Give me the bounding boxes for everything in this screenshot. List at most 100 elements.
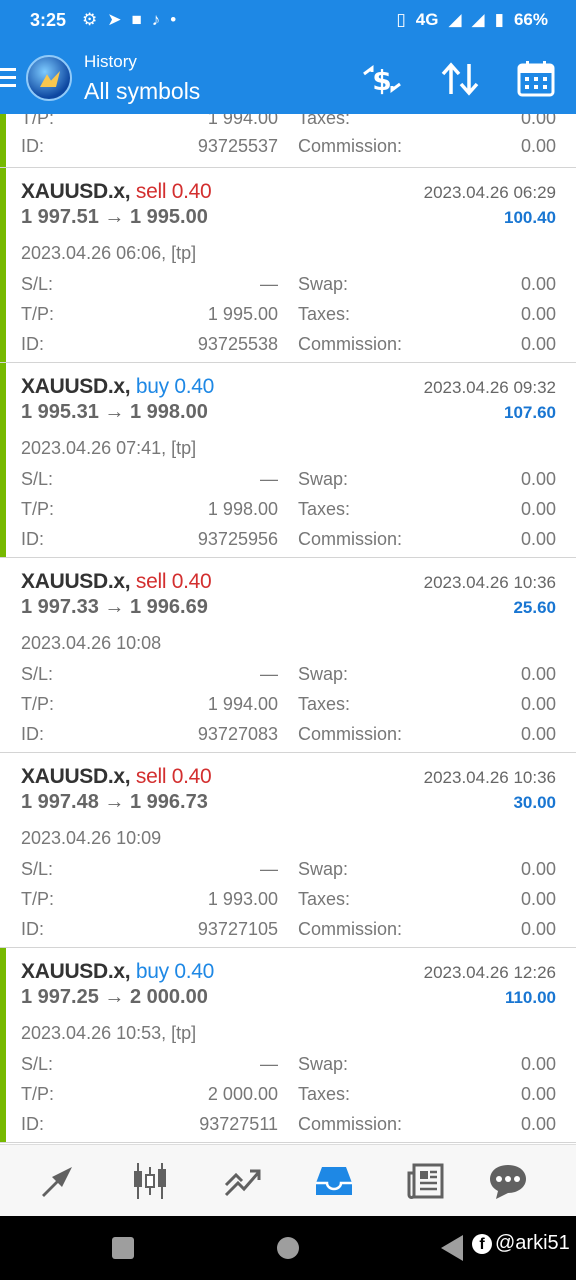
signal-icon: ◢ — [448, 10, 462, 29]
deal-prices: 1 997.33 → 1 996.69 — [21, 596, 208, 618]
deal-close-time: 2023.04.26 06:29 — [423, 183, 556, 202]
deal-tp-row: T/P: 1 994.00 Taxes: 0.00 — [21, 114, 556, 128]
deal-title: XAUUSD.x, sell 0.40 — [21, 765, 212, 789]
deal-open-time: 2023.04.26 10:09 — [21, 828, 162, 848]
header-subtitle: History — [84, 52, 137, 71]
battery-icon: ▮ — [494, 10, 504, 29]
deal-title: XAUUSD.x, sell 0.40 — [21, 180, 212, 204]
deal-volume: 0.40 — [171, 765, 212, 788]
deal-open-time: 2023.04.26 07:41, [tp] — [21, 438, 197, 458]
watermark-text: @arki51 — [495, 1232, 570, 1254]
deal-volume: 0.40 — [174, 375, 215, 398]
deal-type: buy — [135, 960, 169, 983]
deal-type: sell — [135, 180, 167, 203]
menu-icon[interactable] — [0, 68, 16, 90]
deal-symbol: XAUUSD.x, — [21, 375, 131, 398]
sort-icon[interactable] — [438, 60, 482, 98]
deal-prices: 1 997.25 → 2 000.00 — [21, 986, 208, 1008]
deal-close-time: 2023.04.26 09:32 — [423, 378, 556, 397]
deal-tp-row: T/P: 2 000.00 Taxes: 0.00 — [21, 1084, 556, 1104]
deal-item[interactable]: XAUUSD.x, buy 0.40 1 995.31 → 1 998.00 2… — [0, 363, 576, 558]
status-right: ▯ 4G ◢ ◢ ▮ 66% — [396, 10, 548, 30]
deal-title: XAUUSD.x, buy 0.40 — [21, 960, 214, 984]
notification-icons: ⚙ ➤ ■ ♪ • — [82, 10, 176, 30]
telegram-icon: ➤ — [107, 10, 122, 29]
chat-icon[interactable] — [486, 1159, 530, 1203]
deal-volume: 0.40 — [171, 570, 212, 593]
deal-open-time: 2023.04.26 10:53, [tp] — [21, 1023, 197, 1043]
deal-item[interactable]: XAUUSD.x, sell 0.40 1 997.48 → 1 996.73 … — [0, 753, 576, 948]
deal-profit: 30.00 — [513, 793, 556, 812]
deal-volume: 0.40 — [174, 960, 215, 983]
deal-id-row: ID: 93725538 Commission: 0.00 — [21, 334, 556, 354]
history-list[interactable]: T/P: 1 994.00 Taxes: 0.00 ID: 93725537 C… — [0, 114, 576, 1144]
deal-profit: 107.60 — [504, 403, 556, 422]
deal-profit: 25.60 — [513, 598, 556, 617]
deal-id-row: ID: 93727105 Commission: 0.00 — [21, 919, 556, 939]
deal-close-time: 2023.04.26 10:36 — [423, 768, 556, 787]
deals-container: XAUUSD.x, sell 0.40 1 997.51 → 1 995.00 … — [0, 168, 576, 1143]
deal-title: XAUUSD.x, sell 0.40 — [21, 570, 212, 594]
deal-profit: 100.40 — [504, 208, 556, 227]
deal-item[interactable]: XAUUSD.x, sell 0.40 1 997.33 → 1 996.69 … — [0, 558, 576, 753]
deal-prices: 1 995.31 → 1 998.00 — [21, 401, 208, 423]
deal-id-row: ID: 93725956 Commission: 0.00 — [21, 529, 556, 549]
deal-marker — [0, 168, 6, 362]
chart-candles-icon[interactable] — [128, 1159, 172, 1203]
deal-tp-row: T/P: 1 995.00 Taxes: 0.00 — [21, 304, 556, 324]
status-time: 3:25 — [30, 10, 67, 30]
deal-type: buy — [135, 375, 169, 398]
status-bar: 3:25 ⚙ ➤ ■ ♪ • ▯ 4G ◢ ◢ ▮ 66% — [0, 0, 576, 44]
deal-close-time: 2023.04.26 12:26 — [423, 963, 556, 982]
signal-icon-2: ◢ — [471, 10, 485, 29]
deal-open-time: 2023.04.26 10:08 — [21, 633, 162, 653]
bottom-navigation — [0, 1144, 576, 1216]
deal-item[interactable]: XAUUSD.x, sell 0.40 1 997.51 → 1 995.00 … — [0, 168, 576, 363]
deal-tp-row: T/P: 1 993.00 Taxes: 0.00 — [21, 889, 556, 909]
header-title[interactable]: All symbols — [84, 78, 200, 105]
settings-icon: ⚙ — [82, 10, 98, 29]
deal-symbol: XAUUSD.x, — [21, 180, 131, 203]
deal-profit: 110.00 — [504, 988, 556, 1007]
deal-close-time: 2023.04.26 10:36 — [423, 573, 556, 592]
deal-type: sell — [135, 570, 167, 593]
app-logo — [26, 55, 72, 101]
history-inbox-icon[interactable] — [312, 1159, 356, 1203]
tiktok-icon: ♪ — [151, 10, 161, 29]
deal-open-time: 2023.04.26 06:06, [tp] — [21, 243, 197, 263]
deal-prices: 1 997.51 → 1 995.00 — [21, 206, 208, 228]
recents-button[interactable] — [112, 1237, 134, 1259]
deal-marker — [0, 753, 6, 947]
watermark: f @arki51 — [472, 1232, 570, 1255]
deal-sl-row: S/L: — Swap: 0.00 — [21, 664, 556, 684]
deal-id-row: ID: 93727511 Commission: 0.00 — [21, 1114, 556, 1134]
deal-id-row: ID: 93725537 Commission: 0.00 — [21, 136, 556, 156]
dot-icon: • — [170, 10, 177, 29]
system-navigation-bar: f @arki51 — [0, 1216, 576, 1280]
deal-marker — [0, 948, 6, 1142]
back-button[interactable] — [441, 1235, 463, 1261]
deal-sl-row: S/L: — Swap: 0.00 — [21, 859, 556, 879]
deal-marker — [0, 114, 6, 167]
calendar-icon[interactable] — [516, 60, 556, 98]
deal-item-partial[interactable]: T/P: 1 994.00 Taxes: 0.00 ID: 93725537 C… — [0, 114, 576, 168]
deal-sl-row: S/L: — Swap: 0.00 — [21, 469, 556, 489]
deal-prices: 1 997.48 → 1 996.73 — [21, 791, 208, 813]
deal-marker — [0, 558, 6, 752]
trend-icon[interactable] — [220, 1159, 264, 1203]
facebook-icon: f — [472, 1233, 492, 1254]
app-header: History All symbols $ — [0, 44, 576, 114]
trade-icon[interactable] — [36, 1159, 80, 1203]
currency-exchange-icon[interactable]: $ — [360, 60, 404, 98]
news-icon[interactable] — [404, 1159, 448, 1203]
svg-text:$: $ — [372, 64, 391, 97]
deal-sl-row: S/L: — Swap: 0.00 — [21, 274, 556, 294]
home-button[interactable] — [277, 1237, 299, 1259]
deal-title: XAUUSD.x, buy 0.40 — [21, 375, 214, 399]
deal-symbol: XAUUSD.x, — [21, 960, 131, 983]
network-type: 4G — [415, 10, 439, 29]
deal-tp-row: T/P: 1 994.00 Taxes: 0.00 — [21, 694, 556, 714]
deal-tp-row: T/P: 1 998.00 Taxes: 0.00 — [21, 499, 556, 519]
deal-id-row: ID: 93727083 Commission: 0.00 — [21, 724, 556, 744]
deal-item[interactable]: XAUUSD.x, buy 0.40 1 997.25 → 2 000.00 2… — [0, 948, 576, 1143]
